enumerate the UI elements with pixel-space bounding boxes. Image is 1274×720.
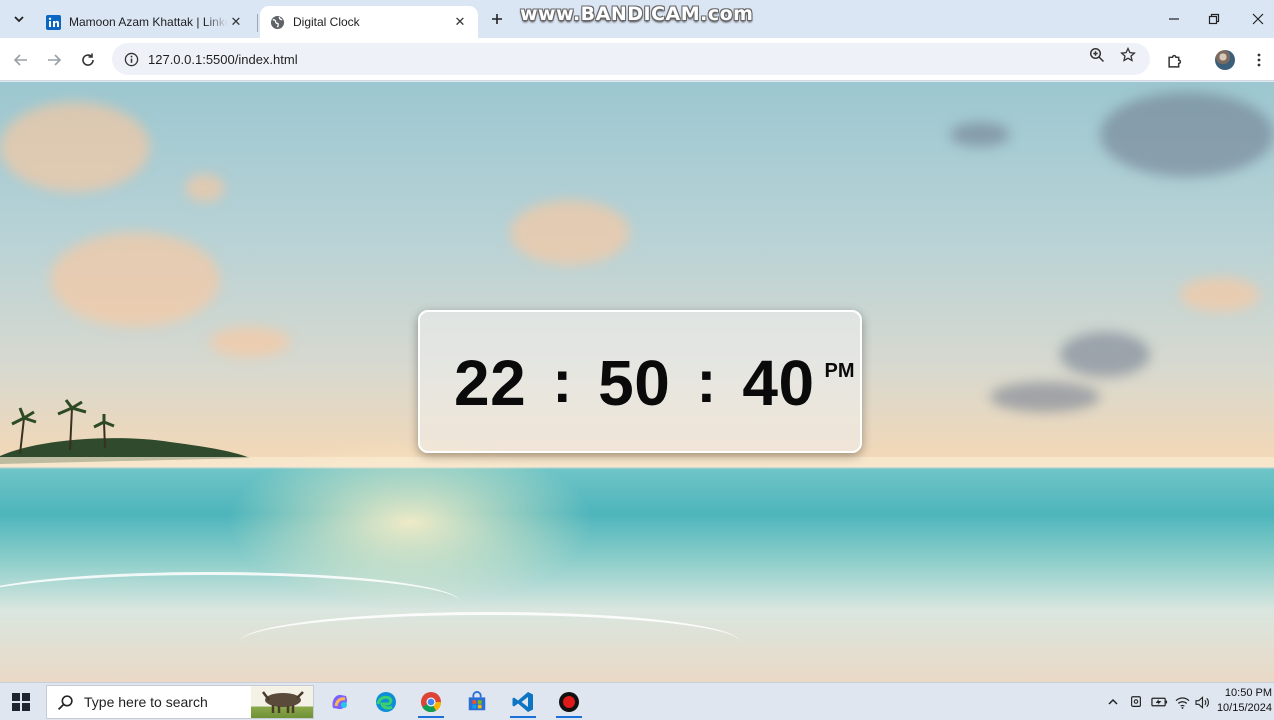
background-cloud (510, 200, 630, 265)
site-info-icon[interactable] (116, 52, 146, 67)
arrow-left-icon (13, 54, 27, 66)
tab-divider (257, 14, 258, 32)
show-hidden-icons-button[interactable] (1106, 693, 1120, 711)
tab-strip: Mamoon Azam Khattak | LinkedIn ✕ Digital… (0, 0, 1274, 38)
restore-icon (1208, 13, 1220, 25)
arrow-right-icon (48, 54, 62, 66)
clock-seconds: 40 (742, 347, 815, 419)
chevron-down-icon (14, 16, 24, 23)
meet-now-icon[interactable] (1128, 693, 1144, 711)
browser-toolbar: 127.0.0.1:5500/index.html (0, 38, 1274, 81)
background-cloud (1180, 277, 1260, 312)
background-cloud (1060, 332, 1150, 377)
restore-button[interactable] (1192, 4, 1236, 34)
windows-logo-icon (12, 693, 20, 701)
search-highlight-image (251, 686, 313, 718)
background-cloud (1100, 92, 1274, 177)
close-icon (1252, 13, 1264, 25)
background-cloud (210, 327, 290, 357)
linkedin-icon (46, 14, 61, 30)
reload-button[interactable] (75, 47, 101, 73)
close-icon[interactable]: ✕ (228, 14, 244, 30)
avatar (1215, 50, 1235, 70)
tab-linkedin[interactable]: Mamoon Azam Khattak | LinkedIn ✕ (36, 6, 254, 38)
edge-icon[interactable] (369, 686, 403, 718)
clock-hours: 22 (454, 347, 527, 419)
plus-icon (492, 14, 502, 24)
search-placeholder: Type here to search (84, 694, 208, 710)
clock-separator: : (696, 348, 717, 415)
windows-taskbar: Type here to search 10:50 PM 10/15/2024 (0, 682, 1274, 720)
clock-ampm: PM (824, 360, 855, 382)
clock-minutes: 50 (598, 347, 671, 419)
digital-clock: 22 : 50 : 40 PM (454, 347, 855, 419)
puzzle-icon (1167, 54, 1181, 68)
tab-search-button[interactable] (8, 8, 30, 30)
close-window-button[interactable] (1236, 4, 1274, 34)
background-cloud (50, 232, 220, 327)
start-button[interactable] (12, 693, 30, 711)
search-icon (57, 694, 73, 710)
menu-button[interactable] (1246, 47, 1272, 73)
system-time: 10:50 PM (1224, 687, 1272, 699)
minimize-icon (1169, 18, 1179, 20)
battery-icon[interactable] (1150, 693, 1168, 711)
system-clock[interactable]: 10:50 PM 10/15/2024 (1214, 686, 1272, 716)
background-cloud (990, 382, 1100, 412)
copilot-icon[interactable] (323, 686, 357, 718)
reload-icon (82, 53, 94, 66)
minimize-button[interactable] (1152, 4, 1196, 34)
background-cloud (950, 122, 1010, 147)
bandicam-watermark: www.BANDICAM.com (520, 3, 754, 25)
store-icon[interactable] (460, 686, 494, 718)
bandicam-icon[interactable] (552, 686, 586, 718)
bookmark-star-icon[interactable] (1119, 46, 1137, 64)
back-button[interactable] (8, 47, 34, 73)
extensions-button[interactable] (1162, 47, 1188, 73)
sand-shore (0, 457, 1274, 467)
more-vertical-icon (1257, 53, 1261, 67)
tab-title: Digital Clock (293, 15, 360, 29)
background-cloud (185, 174, 225, 202)
new-tab-button[interactable] (486, 8, 508, 30)
system-date: 10/15/2024 (1216, 702, 1272, 714)
page-viewport: 22 : 50 : 40 PM (0, 82, 1274, 682)
volume-icon[interactable] (1194, 693, 1210, 711)
wave-foam (240, 612, 740, 672)
address-bar[interactable]: 127.0.0.1:5500/index.html (112, 43, 1150, 75)
wifi-icon[interactable] (1174, 693, 1190, 711)
chevron-up-icon (1108, 698, 1118, 705)
tab-digital-clock[interactable]: Digital Clock ✕ (260, 6, 478, 38)
taskbar-search[interactable]: Type here to search (46, 685, 314, 719)
tab-title: Mamoon Azam Khattak | LinkedIn (69, 15, 228, 29)
profile-button[interactable] (1212, 47, 1238, 73)
close-icon[interactable]: ✕ (452, 14, 468, 30)
chrome-icon[interactable] (414, 686, 448, 718)
background-cloud (0, 102, 150, 192)
clock-separator: : (552, 348, 573, 415)
globe-icon (270, 15, 285, 30)
digital-clock-card: 22 : 50 : 40 PM (418, 310, 862, 453)
zoom-icon[interactable] (1088, 46, 1106, 64)
forward-button[interactable] (41, 47, 67, 73)
url-text[interactable]: 127.0.0.1:5500/index.html (148, 52, 298, 67)
vscode-icon[interactable] (506, 686, 540, 718)
